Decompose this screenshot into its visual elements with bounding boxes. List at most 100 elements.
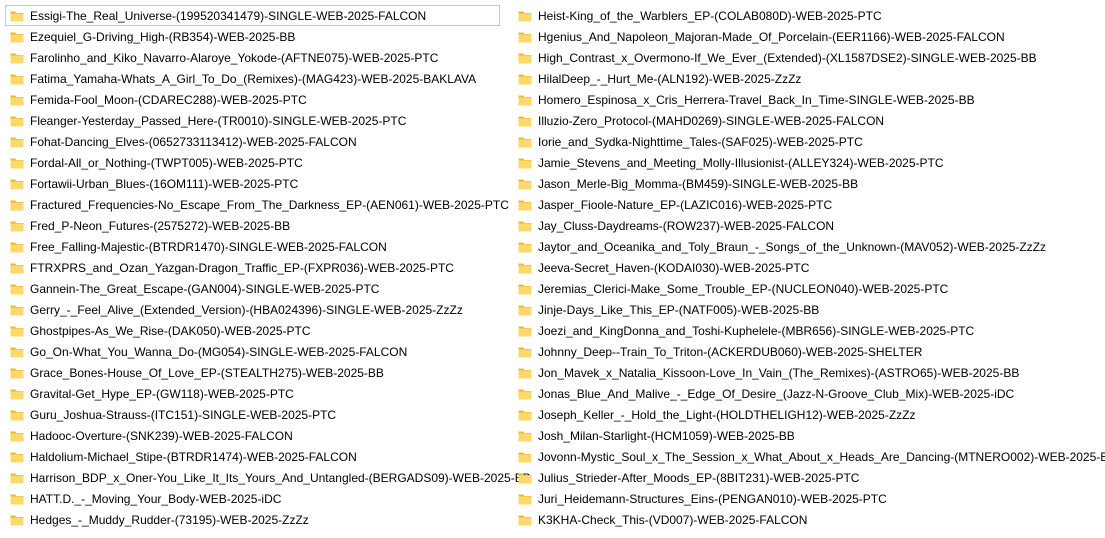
folder-name: Essigi-The_Real_Universe-(199520341479)-… (30, 8, 427, 23)
folder-name: Ghostpipes-As_We_Rise-(DAK050)-WEB-2025-… (30, 323, 311, 338)
folder-item[interactable]: HATT.D._-_Moving_Your_Body-WEB-2025-iDC (5, 488, 500, 509)
folder-icon (518, 409, 532, 421)
folder-item[interactable]: Ezequiel_G-Driving_High-(RB354)-WEB-2025… (5, 26, 500, 47)
folder-item[interactable]: Jeeva-Secret_Haven-(KODAI030)-WEB-2025-P… (513, 257, 1103, 278)
folder-icon (10, 73, 24, 85)
folder-item[interactable]: Harrison_BDP_x_Oner-You_Like_It_Its_Your… (5, 467, 531, 488)
folder-icon (518, 220, 532, 232)
folder-name: Joezi_and_KingDonna_and_Toshi-Kuphelele-… (538, 323, 975, 338)
folder-item[interactable]: Gerry_-_Feel_Alive_(Extended_Version)-(H… (5, 299, 500, 320)
folder-icon (518, 73, 532, 85)
folder-icon (10, 241, 24, 253)
folder-name: Fleanger-Yesterday_Passed_Here-(TR0010)-… (30, 113, 407, 128)
folder-name: Gerry_-_Feel_Alive_(Extended_Version)-(H… (30, 302, 463, 317)
folder-item[interactable]: Fohat-Dancing_Elves-(0652733113412)-WEB-… (5, 131, 500, 152)
folder-item[interactable]: Farolinho_and_Kiko_Navarro-Alaroye_Yokod… (5, 47, 500, 68)
folder-name: Josh_Milan-Starlight-(HCM1059)-WEB-2025-… (538, 428, 795, 443)
folder-icon (10, 472, 24, 484)
folder-item[interactable]: Hgenius_And_Napoleon_Majoran-Made_Of_Por… (513, 26, 1103, 47)
folder-icon (518, 493, 532, 505)
folder-icon (518, 388, 532, 400)
folder-item[interactable]: Jonas_Blue_And_Malive_-_Edge_Of_Desire_(… (513, 383, 1103, 404)
folder-icon (518, 304, 532, 316)
folder-item[interactable]: FTRXPRS_and_Ozan_Yazgan-Dragon_Traffic_E… (5, 257, 500, 278)
folder-icon (10, 304, 24, 316)
folder-icon (518, 178, 532, 190)
folder-item[interactable]: Iorie_and_Sydka-Nighttime_Tales-(SAF025)… (513, 131, 1103, 152)
folder-name: Gannein-The_Great_Escape-(GAN004)-SINGLE… (30, 281, 380, 296)
folder-name: Fred_P-Neon_Futures-(2575272)-WEB-2025-B… (30, 218, 291, 233)
folder-item[interactable]: Hadooc-Overture-(SNK239)-WEB-2025-FALCON (5, 425, 500, 446)
folder-item[interactable]: Jay_Cluss-Daydreams-(ROW237)-WEB-2025-FA… (513, 215, 1103, 236)
folder-name: Jay_Cluss-Daydreams-(ROW237)-WEB-2025-FA… (538, 218, 835, 233)
folder-item[interactable]: Go_On-What_You_Wanna_Do-(MG054)-SINGLE-W… (5, 341, 500, 362)
folder-item[interactable]: Johnny_Deep--Train_To_Triton-(ACKERDUB06… (513, 341, 1103, 362)
folder-item[interactable]: Jaytor_and_Oceanika_and_Toly_Braun_-_Son… (513, 236, 1103, 257)
folder-item[interactable]: Julius_Strieder-After_Moods_EP-(8BIT231)… (513, 467, 1103, 488)
folder-name: Jinje-Days_Like_This_EP-(NATF005)-WEB-20… (538, 302, 820, 317)
folder-item[interactable]: Jamie_Stevens_and_Meeting_Molly-Illusion… (513, 152, 1103, 173)
folder-item[interactable]: Jason_Merle-Big_Momma-(BM459)-SINGLE-WEB… (513, 173, 1103, 194)
folder-item[interactable]: Fortawii-Urban_Blues-(16OM111)-WEB-2025-… (5, 173, 500, 194)
folder-name: HATT.D._-_Moving_Your_Body-WEB-2025-iDC (30, 491, 282, 506)
folder-item[interactable]: Fleanger-Yesterday_Passed_Here-(TR0010)-… (5, 110, 500, 131)
folder-icon (518, 157, 532, 169)
folder-icon (10, 31, 24, 43)
folder-item[interactable]: Jasper_Fioole-Nature_EP-(LAZIC016)-WEB-2… (513, 194, 1103, 215)
folder-item[interactable]: Gannein-The_Great_Escape-(GAN004)-SINGLE… (5, 278, 500, 299)
folder-item[interactable]: Homero_Espinosa_x_Cris_Herrera-Travel_Ba… (513, 89, 1103, 110)
folder-item[interactable]: Free_Falling-Majestic-(BTRDR1470)-SINGLE… (5, 236, 500, 257)
folder-name: Jovonn-Mystic_Soul_x_The_Session_x_What_… (538, 449, 1105, 464)
folder-item[interactable]: Jon_Mavek_x_Natalia_Kissoon-Love_In_Vain… (513, 362, 1103, 383)
file-column-left: Essigi-The_Real_Universe-(199520341479)-… (5, 5, 531, 530)
folder-item[interactable]: Fred_P-Neon_Futures-(2575272)-WEB-2025-B… (5, 215, 500, 236)
folder-name: Jon_Mavek_x_Natalia_Kissoon-Love_In_Vain… (538, 365, 1020, 380)
folder-name: Free_Falling-Majestic-(BTRDR1470)-SINGLE… (30, 239, 387, 254)
folder-name: Jeeva-Secret_Haven-(KODAI030)-WEB-2025-P… (538, 260, 810, 275)
folder-icon (518, 115, 532, 127)
folder-name: FTRXPRS_and_Ozan_Yazgan-Dragon_Traffic_E… (30, 260, 454, 275)
folder-item[interactable]: Jeremias_Clerici-Make_Some_Trouble_EP-(N… (513, 278, 1103, 299)
folder-icon (518, 262, 532, 274)
folder-icon (10, 283, 24, 295)
folder-item[interactable]: High_Contrast_x_Overmono-If_We_Ever_(Ext… (513, 47, 1103, 68)
folder-item[interactable]: Haldolium-Michael_Stipe-(BTRDR1474)-WEB-… (5, 446, 500, 467)
folder-item[interactable]: HilalDeep_-_Hurt_Me-(ALN192)-WEB-2025-Zz… (513, 68, 1103, 89)
folder-item[interactable]: Joezi_and_KingDonna_and_Toshi-Kuphelele-… (513, 320, 1103, 341)
folder-item[interactable]: Hedges_-_Muddy_Rudder-(73195)-WEB-2025-Z… (5, 509, 500, 530)
folder-item[interactable]: Fatima_Yamaha-Whats_A_Girl_To_Do_(Remixe… (5, 68, 500, 89)
folder-name: Jasper_Fioole-Nature_EP-(LAZIC016)-WEB-2… (538, 197, 833, 212)
folder-name: Grace_Bones-House_Of_Love_EP-(STEALTH275… (30, 365, 384, 380)
folder-name: K3KHA-Check_This-(VD007)-WEB-2025-FALCON (538, 512, 808, 527)
folder-item[interactable]: Essigi-The_Real_Universe-(199520341479)-… (5, 5, 500, 26)
folder-item[interactable]: Illuzio-Zero_Protocol-(MAHD0269)-SINGLE-… (513, 110, 1103, 131)
folder-icon (10, 388, 24, 400)
folder-item[interactable]: Joseph_Keller_-_Hold_the_Light-(HOLDTHEL… (513, 404, 1103, 425)
folder-item[interactable]: Heist-King_of_the_Warblers_EP-(COLAB080D… (513, 5, 1103, 26)
folder-name: Ezequiel_G-Driving_High-(RB354)-WEB-2025… (30, 29, 296, 44)
folder-item[interactable]: Ghostpipes-As_We_Rise-(DAK050)-WEB-2025-… (5, 320, 500, 341)
folder-item[interactable]: Grace_Bones-House_Of_Love_EP-(STEALTH275… (5, 362, 500, 383)
folder-name: HilalDeep_-_Hurt_Me-(ALN192)-WEB-2025-Zz… (538, 71, 802, 86)
folder-item[interactable]: Juri_Heidemann-Structures_Eins-(PENGAN01… (513, 488, 1103, 509)
folder-name: Jaytor_and_Oceanika_and_Toly_Braun_-_Son… (538, 239, 1047, 254)
file-column-right: Heist-King_of_the_Warblers_EP-(COLAB080D… (513, 5, 1105, 530)
folder-item[interactable]: Femida-Fool_Moon-(CDAREC288)-WEB-2025-PT… (5, 89, 500, 110)
folder-icon (10, 451, 24, 463)
folder-icon (518, 10, 532, 22)
folder-item[interactable]: Josh_Milan-Starlight-(HCM1059)-WEB-2025-… (513, 425, 1103, 446)
folder-name: Guru_Joshua-Strauss-(ITC151)-SINGLE-WEB-… (30, 407, 337, 422)
folder-item[interactable]: Jovonn-Mystic_Soul_x_The_Session_x_What_… (513, 446, 1105, 467)
folder-item[interactable]: Gravital-Get_Hype_EP-(GW118)-WEB-2025-PT… (5, 383, 500, 404)
folder-item[interactable]: Fordal-All_or_Nothing-(TWPT005)-WEB-2025… (5, 152, 500, 173)
folder-item[interactable]: Fractured_Frequencies-No_Escape_From_The… (5, 194, 509, 215)
folder-icon (10, 115, 24, 127)
folder-icon (518, 31, 532, 43)
folder-icon (10, 52, 24, 64)
folder-name: Fractured_Frequencies-No_Escape_From_The… (30, 197, 509, 212)
folder-item[interactable]: Jinje-Days_Like_This_EP-(NATF005)-WEB-20… (513, 299, 1103, 320)
folder-icon (10, 199, 24, 211)
folder-item[interactable]: Guru_Joshua-Strauss-(ITC151)-SINGLE-WEB-… (5, 404, 500, 425)
folder-item[interactable]: K3KHA-Check_This-(VD007)-WEB-2025-FALCON (513, 509, 1103, 530)
folder-icon (518, 241, 532, 253)
